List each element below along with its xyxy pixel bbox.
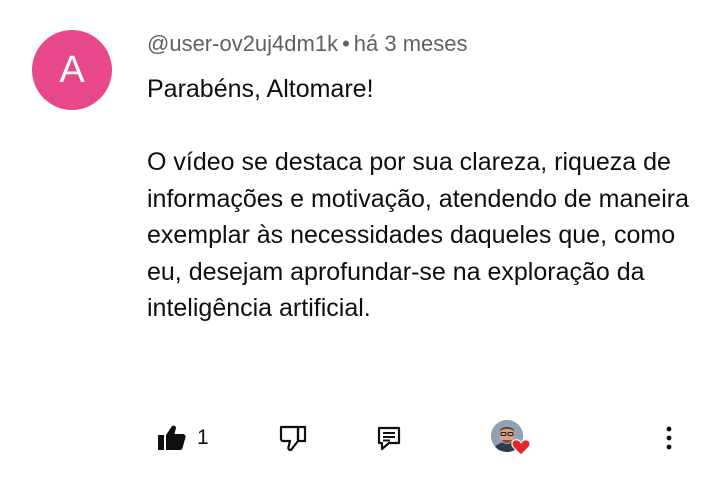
- more-vert-icon: [666, 426, 672, 450]
- meta-separator: •: [342, 31, 350, 56]
- thumbs-down-icon: [279, 425, 307, 452]
- comment-thread: A @user-ov2uj4dm1k • há 3 meses Parabéns, …: [0, 0, 720, 491]
- comment-timestamp[interactable]: há 3 meses: [354, 31, 468, 56]
- comment-greeting: Parabéns, Altomare!: [147, 75, 374, 103]
- avatar-letter: A: [59, 49, 85, 91]
- more-actions-button[interactable]: [658, 418, 680, 458]
- reply-comment-icon: [377, 426, 401, 451]
- comment-header: @user-ov2uj4dm1k • há 3 meses: [147, 30, 468, 58]
- dislike-button[interactable]: [278, 418, 308, 458]
- comment-paragraph: O vídeo se destaca por sua clareza, riqu…: [147, 148, 689, 322]
- author-avatar[interactable]: A: [32, 30, 112, 110]
- thumbs-up-icon: [158, 425, 186, 450]
- comment-action-bar: 1: [0, 418, 720, 458]
- like-count: 1: [197, 426, 209, 449]
- like-button[interactable]: 1: [157, 418, 209, 458]
- author-name[interactable]: @user-ov2uj4dm1k: [147, 31, 338, 56]
- heart-icon: [511, 439, 531, 456]
- creator-heart-badge: [511, 438, 531, 461]
- comment-body: Parabéns, Altomare! O vídeo se destaca p…: [147, 71, 707, 327]
- reply-button[interactable]: [376, 418, 402, 458]
